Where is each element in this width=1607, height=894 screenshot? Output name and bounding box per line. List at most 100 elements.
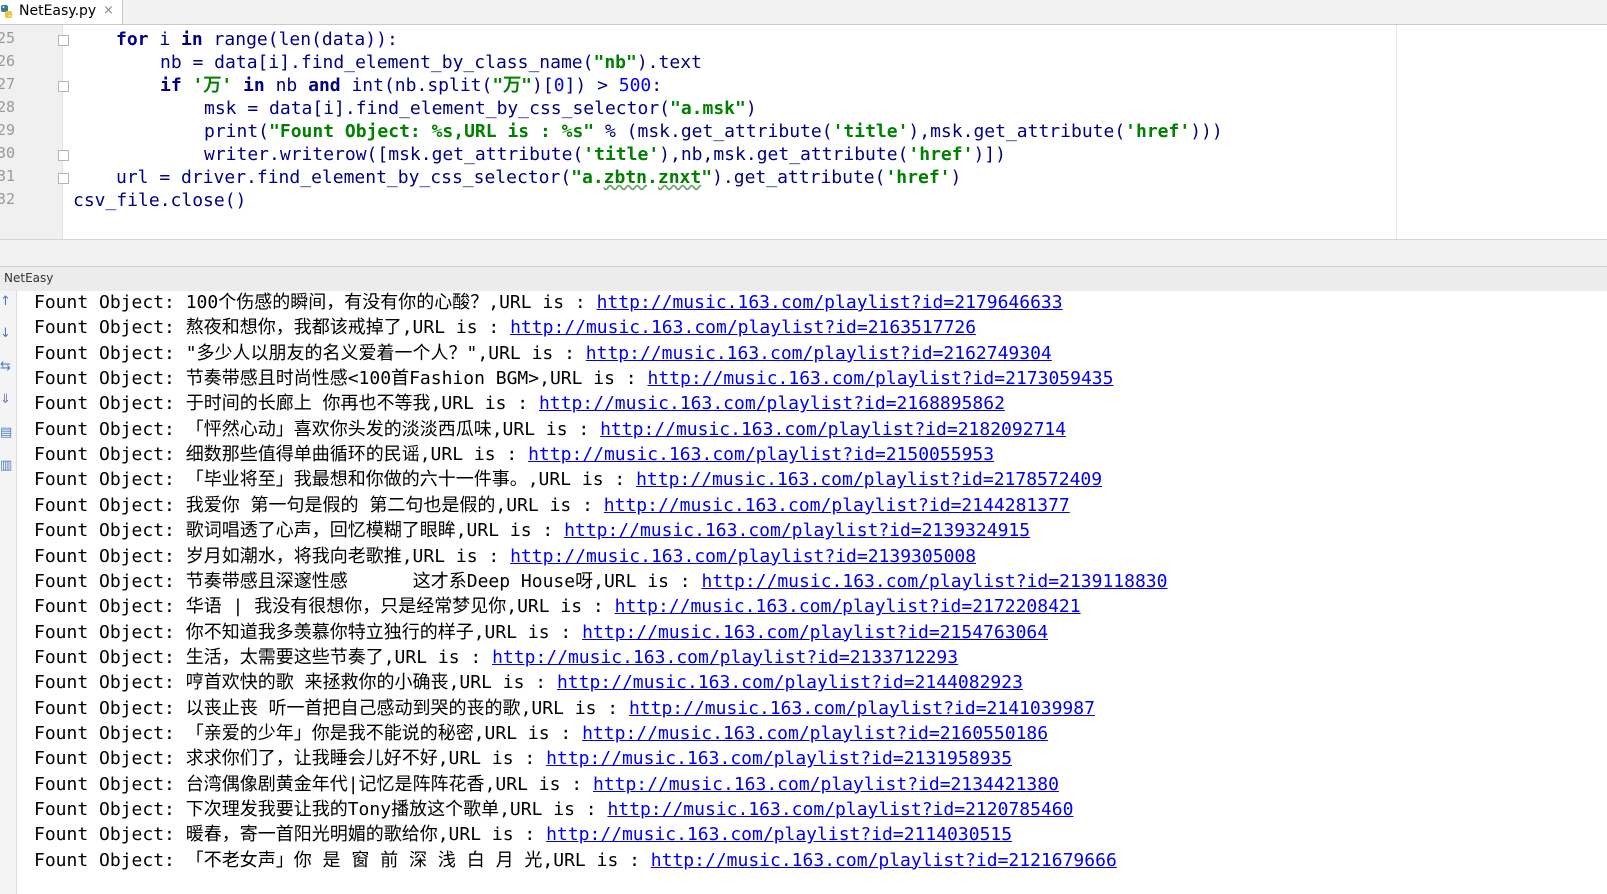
console-prefix: Fount Object: xyxy=(34,444,186,466)
playlist-title: 岁月如潮水，将我向老歌推 xyxy=(185,545,402,567)
console-prefix: Fount Object: xyxy=(34,418,186,440)
code-line-27: if '万' in nb and int(nb.split("万")[0]) >… xyxy=(160,75,663,96)
console-line: Fount Object: 于时间的长廊上 你再也不等我,URL is : ht… xyxy=(34,392,1005,416)
playlist-url-link[interactable]: http://music.163.com/playlist?id=2178572… xyxy=(636,469,1102,490)
playlist-title: 节奏带感且深邃性感 这才系Deep House呀 xyxy=(185,570,594,592)
trash-icon[interactable]: ▥ xyxy=(0,457,12,475)
fold-marker-icon[interactable] xyxy=(58,35,69,46)
url-separator: ,URL is : xyxy=(473,722,583,744)
fold-marker-icon[interactable] xyxy=(58,173,69,184)
console-line: Fount Object: 你不知道我多羡慕你特立独行的样子,URL is : … xyxy=(34,621,1048,645)
down-arrow-icon[interactable]: ↓ xyxy=(0,325,12,343)
url-separator: ,URL is : xyxy=(488,292,597,313)
playlist-url-link[interactable]: http://music.163.com/playlist?id=2139118… xyxy=(701,571,1167,592)
scroll-to-end-icon[interactable]: ⇓ xyxy=(0,391,12,409)
code-line-28: msk = data[i].find_element_by_css_select… xyxy=(204,98,757,119)
console-prefix: Fount Object: xyxy=(34,799,186,820)
url-separator: ,URL is : xyxy=(491,418,601,440)
line-number: 28 xyxy=(0,98,16,116)
playlist-url-link[interactable]: http://music.163.com/playlist?id=2121679… xyxy=(651,850,1117,871)
playlist-url-link[interactable]: http://music.163.com/playlist?id=2179646… xyxy=(597,292,1063,313)
run-panel-header: NetEasy xyxy=(0,266,1607,292)
console-line: Fount Object: 节奏带感且深邃性感 这才系Deep House呀,U… xyxy=(34,570,1167,594)
console-prefix: Fount Object: xyxy=(34,393,186,415)
tab-neteasy-py[interactable]: NetEasy.py × xyxy=(0,0,123,24)
playlist-url-link[interactable]: http://music.163.com/playlist?id=2150055… xyxy=(528,444,994,465)
url-separator: ,URL is : xyxy=(437,824,547,846)
console-line: Fount Object: 华语 | 我没有很想你，只是经常梦见你,URL is… xyxy=(34,595,1081,619)
playlist-url-link[interactable]: http://music.163.com/playlist?id=2139305… xyxy=(510,546,976,567)
code-editor[interactable]: 25 26 27 28 29 30 31 32 for i in range(l… xyxy=(0,25,1607,239)
console-line: Fount Object: 暖春，寄一首阳光明媚的歌给你,URL is : ht… xyxy=(34,823,1012,847)
playlist-url-link[interactable]: http://music.163.com/playlist?id=2120785… xyxy=(607,799,1073,820)
playlist-url-link[interactable]: http://music.163.com/playlist?id=2134421… xyxy=(593,774,1059,795)
url-separator: ,URL is : xyxy=(419,444,529,466)
console-prefix: Fount Object: xyxy=(34,646,186,668)
playlist-title: 生活，太需要这些节奏了 xyxy=(185,646,384,668)
console-line: Fount Object: 生活，太需要这些节奏了,URL is : http:… xyxy=(34,646,958,670)
console-prefix: Fount Object: xyxy=(34,520,186,542)
playlist-url-link[interactable]: http://music.163.com/playlist?id=2172208… xyxy=(615,596,1081,617)
playlist-url-link[interactable]: http://music.163.com/playlist?id=2144082… xyxy=(557,672,1023,693)
console-line: Fount Object: 岁月如潮水，将我向老歌推,URL is : http… xyxy=(34,545,976,569)
console-line: Fount Object: 我爱你 第一句是假的 第二句也是假的,URL is … xyxy=(34,494,1070,518)
url-separator: ,URL is : xyxy=(401,317,511,339)
url-separator: ,URL is : xyxy=(477,342,586,364)
playlist-url-link[interactable]: http://music.163.com/playlist?id=2131958… xyxy=(546,748,1012,769)
console-prefix: Fount Object: xyxy=(34,317,186,339)
url-separator: ,URL is : xyxy=(448,672,557,694)
playlist-title: 于时间的长廊上 你再也不等我 xyxy=(185,393,431,415)
console-line: Fount Object: 「亲爱的少年」你是我不能说的秘密,URL is : … xyxy=(34,722,1048,746)
playlist-url-link[interactable]: http://music.163.com/playlist?id=2168895… xyxy=(539,393,1005,414)
playlist-url-link[interactable]: http://music.163.com/playlist?id=2162749… xyxy=(586,343,1052,364)
console-prefix: Fount Object: xyxy=(34,824,186,846)
playlist-title: 细数那些值得单曲循环的民谣 xyxy=(185,444,420,466)
url-separator: ,URL is : xyxy=(455,520,565,542)
url-separator: ,URL is : xyxy=(506,596,615,618)
up-arrow-icon[interactable]: ↑ xyxy=(0,293,12,311)
python-file-icon xyxy=(1,5,12,18)
print-icon[interactable]: ▤ xyxy=(0,424,12,442)
console-prefix: Fount Object: xyxy=(34,722,186,744)
console-line: Fount Object: 下次理发我要让我的Tony播放这个歌单,URL is… xyxy=(34,798,1073,822)
soft-wrap-icon[interactable]: ⇆ xyxy=(0,358,12,376)
editor-tab-bar: NetEasy.py × xyxy=(0,0,1607,25)
playlist-url-link[interactable]: http://music.163.com/playlist?id=2182092… xyxy=(600,419,1066,440)
playlist-title: 「亲爱的少年」你是我不能说的秘密 xyxy=(185,722,474,744)
fold-marker-icon[interactable] xyxy=(58,81,69,92)
console-line: Fount Object: 节奏带感且时尚性感<100首Fashion BGM>… xyxy=(34,367,1113,391)
playlist-url-link[interactable]: http://music.163.com/playlist?id=2133712… xyxy=(492,647,958,668)
playlist-url-link[interactable]: http://music.163.com/playlist?id=2139324… xyxy=(564,520,1030,541)
playlist-title: 100个伤感的瞬间，有没有你的心酸？ xyxy=(185,292,489,313)
playlist-url-link[interactable]: http://music.163.com/playlist?id=2154763… xyxy=(582,622,1048,643)
playlist-title: 节奏带感且时尚性感<100首Fashion BGM> xyxy=(185,368,540,390)
fold-marker-icon[interactable] xyxy=(58,150,69,161)
console-prefix: Fount Object: xyxy=(34,494,186,516)
console-line: Fount Object: 求求你们了，让我睡会儿好不好,URL is : ht… xyxy=(34,747,1012,771)
playlist-url-link[interactable]: http://music.163.com/playlist?id=2160550… xyxy=(582,723,1048,744)
playlist-url-link[interactable]: http://music.163.com/playlist?id=2173059… xyxy=(647,368,1113,389)
console-prefix: Fount Object: xyxy=(34,469,186,491)
console-line: Fount Object: 100个伤感的瞬间，有没有你的心酸？,URL is … xyxy=(34,291,1063,315)
line-number-gutter: 25 26 27 28 29 30 31 32 xyxy=(0,25,63,239)
right-margin-guide xyxy=(1396,25,1397,239)
playlist-title: 求求你们了，让我睡会儿好不好 xyxy=(185,748,438,770)
line-number: 25 xyxy=(0,29,16,47)
playlist-title: 「不老女声」你 是 窗 前 深 浅 白 月 光 xyxy=(185,849,543,871)
playlist-url-link[interactable]: http://music.163.com/playlist?id=2144281… xyxy=(604,495,1070,516)
console-line: Fount Object: 「不老女声」你 是 窗 前 深 浅 白 月 光,UR… xyxy=(34,849,1117,873)
playlist-url-link[interactable]: http://music.163.com/playlist?id=2141039… xyxy=(629,698,1095,719)
console-prefix: Fount Object: xyxy=(34,672,186,694)
line-number: 31 xyxy=(0,167,16,185)
console-line: Fount Object: 熬夜和想你，我都该戒掉了,URL is : http… xyxy=(34,316,976,340)
url-separator: ,URL is : xyxy=(484,773,593,795)
code-line-32: csv_file.close() xyxy=(73,190,247,211)
playlist-url-link[interactable]: http://music.163.com/playlist?id=2163517… xyxy=(510,317,976,338)
console-output[interactable]: Fount Object: 100个伤感的瞬间，有没有你的心酸？,URL is … xyxy=(17,291,1607,894)
console-line: Fount Object: 「怦然心动」喜欢你头发的淡淡西瓜味,URL is :… xyxy=(34,418,1066,442)
close-tab-icon[interactable]: × xyxy=(103,3,114,18)
playlist-title: 哼首欢快的歌 来拯救你的小确丧 xyxy=(185,672,449,694)
playlist-url-link[interactable]: http://music.163.com/playlist?id=2114030… xyxy=(546,824,1012,845)
url-separator: ,URL is : xyxy=(527,469,637,491)
playlist-title: 熬夜和想你，我都该戒掉了 xyxy=(185,317,402,339)
